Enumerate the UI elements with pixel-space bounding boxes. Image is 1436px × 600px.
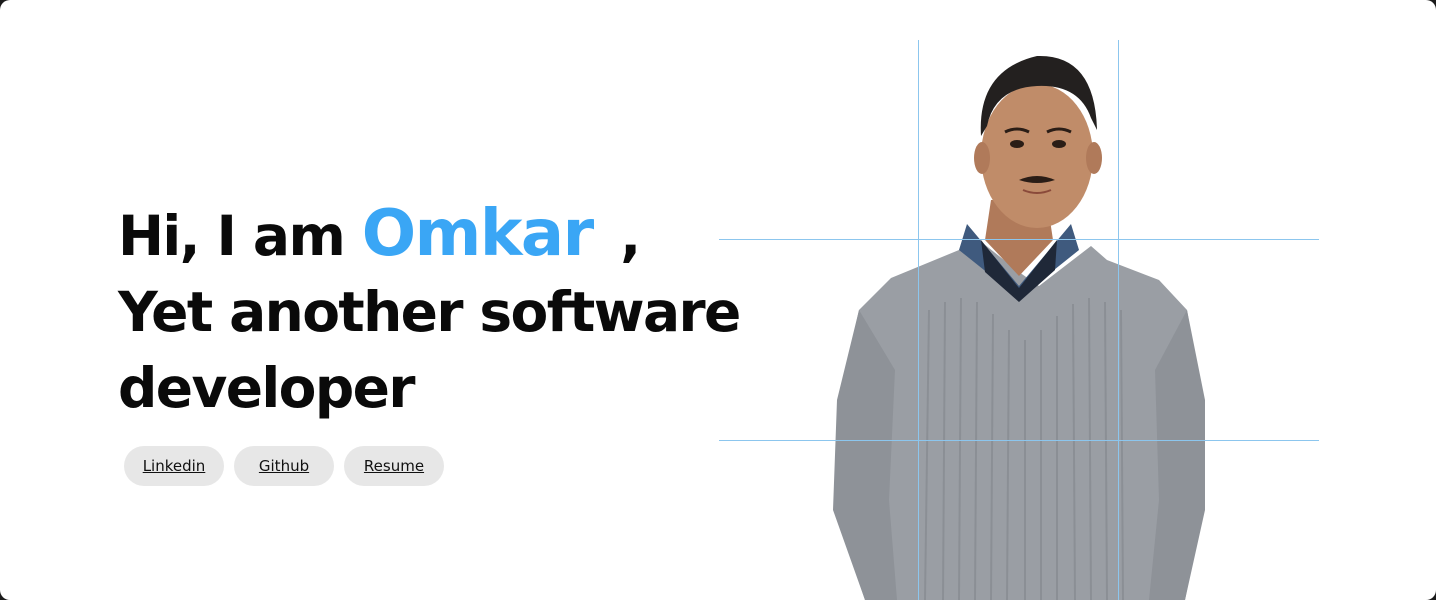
linkedin-link[interactable]: Linkedin: [124, 446, 224, 486]
social-links: Linkedin Github Resume: [124, 446, 444, 486]
hero-line-2: Yet another software: [118, 280, 741, 344]
hero-line-1: Hi, I am Omkar ,: [118, 196, 718, 274]
portrait-image: [833, 55, 1205, 600]
grid-line-vertical-2: [1118, 40, 1119, 600]
hero-line-3: developer: [118, 356, 415, 420]
portrait-area: [719, 40, 1319, 600]
grid-line-horizontal-1: [719, 239, 1319, 240]
grid-line-horizontal-2: [719, 440, 1319, 441]
name-highlight: Omkar: [361, 197, 594, 271]
grid-line-vertical-1: [918, 40, 919, 600]
hero-heading: Hi, I am Omkar , Yet another software de…: [118, 196, 741, 426]
resume-link[interactable]: Resume: [344, 446, 444, 486]
page: Hi, I am Omkar , Yet another software de…: [0, 0, 1436, 600]
comma-text: ,: [620, 204, 641, 268]
github-link[interactable]: Github: [234, 446, 334, 486]
greeting-text: Hi, I am: [118, 204, 346, 268]
